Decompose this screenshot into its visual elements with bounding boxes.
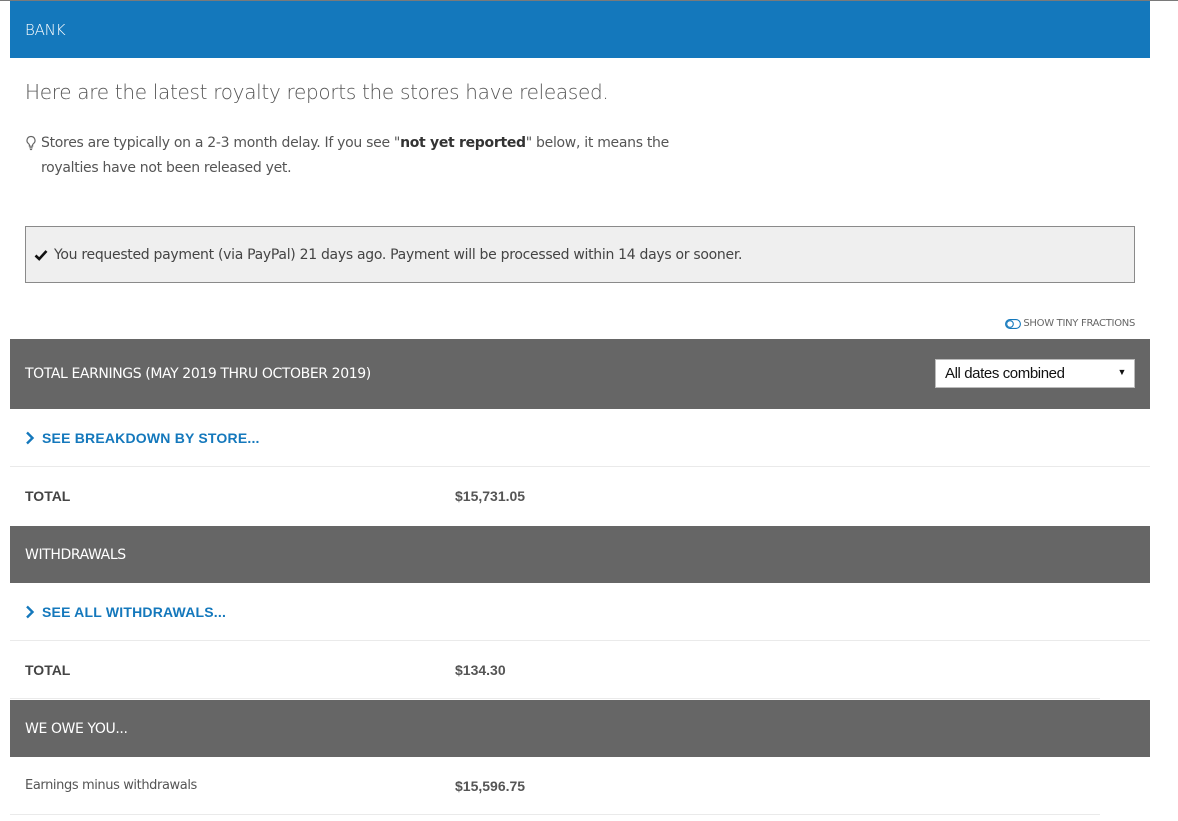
we-owe-you-title: WE OWE YOU... bbox=[25, 720, 128, 737]
intro-text: Here are the latest royalty reports the … bbox=[25, 80, 609, 104]
payment-notice: You requested payment (via PayPal) 21 da… bbox=[25, 226, 1135, 283]
we-owe-you-section-header: WE OWE YOU... bbox=[10, 700, 1150, 757]
date-filter-value[interactable]: All dates combined bbox=[945, 365, 1065, 382]
notice-text: You requested payment (via PayPal) 21 da… bbox=[54, 246, 743, 263]
show-tiny-fractions-toggle[interactable]: SHOW TINY FRACTIONS bbox=[1005, 318, 1135, 329]
withdrawals-total-row: TOTAL $134.30 bbox=[10, 641, 1100, 699]
see-all-withdrawals-link[interactable]: SEE ALL WITHDRAWALS... bbox=[10, 583, 1150, 641]
breakdown-by-store-link[interactable]: SEE BREAKDOWN BY STORE... bbox=[10, 409, 1150, 467]
withdrawals-link-text[interactable]: SEE ALL WITHDRAWALS... bbox=[42, 604, 226, 620]
tip-bold-text: not yet reported bbox=[400, 135, 526, 151]
withdrawals-total-value: $134.30 bbox=[455, 661, 506, 678]
date-filter-select[interactable]: All dates combined ▼ bbox=[935, 359, 1135, 388]
toggle-label[interactable]: SHOW TINY FRACTIONS bbox=[1023, 318, 1135, 329]
check-icon bbox=[34, 249, 48, 261]
balance-row: Earnings minus withdrawals $15,596.75 bbox=[10, 757, 1100, 815]
earnings-title: TOTAL EARNINGS (MAY 2019 THRU OCTOBER 20… bbox=[25, 366, 371, 382]
balance-value: $15,596.75 bbox=[455, 777, 526, 794]
withdrawals-total-label: TOTAL bbox=[25, 661, 71, 678]
dropdown-arrow-icon[interactable]: ▼ bbox=[1117, 367, 1126, 377]
earnings-total-value: $15,731.05 bbox=[455, 488, 526, 504]
toggle-icon[interactable] bbox=[1005, 318, 1022, 329]
tip-text: Stores are typically on a 2-3 month dela… bbox=[41, 135, 669, 176]
chevron-right-icon[interactable] bbox=[25, 431, 35, 445]
balance-label: Earnings minus withdrawals bbox=[25, 778, 197, 793]
lightbulb-icon bbox=[26, 135, 36, 151]
tip-message: Stores are typically on a 2-3 month dela… bbox=[25, 131, 725, 181]
breakdown-link-text[interactable]: SEE BREAKDOWN BY STORE... bbox=[42, 430, 260, 446]
page-header: BANK bbox=[10, 1, 1150, 58]
chevron-right-icon[interactable] bbox=[25, 605, 35, 619]
earnings-total-label: TOTAL bbox=[25, 488, 71, 504]
withdrawals-title: WITHDRAWALS bbox=[25, 546, 126, 563]
withdrawals-section-header: WITHDRAWALS bbox=[10, 526, 1150, 583]
earnings-section-header: TOTAL EARNINGS (MAY 2019 THRU OCTOBER 20… bbox=[10, 339, 1150, 409]
earnings-total-row: TOTAL $15,731.05 bbox=[10, 467, 1150, 525]
page-title: BANK bbox=[25, 20, 66, 39]
